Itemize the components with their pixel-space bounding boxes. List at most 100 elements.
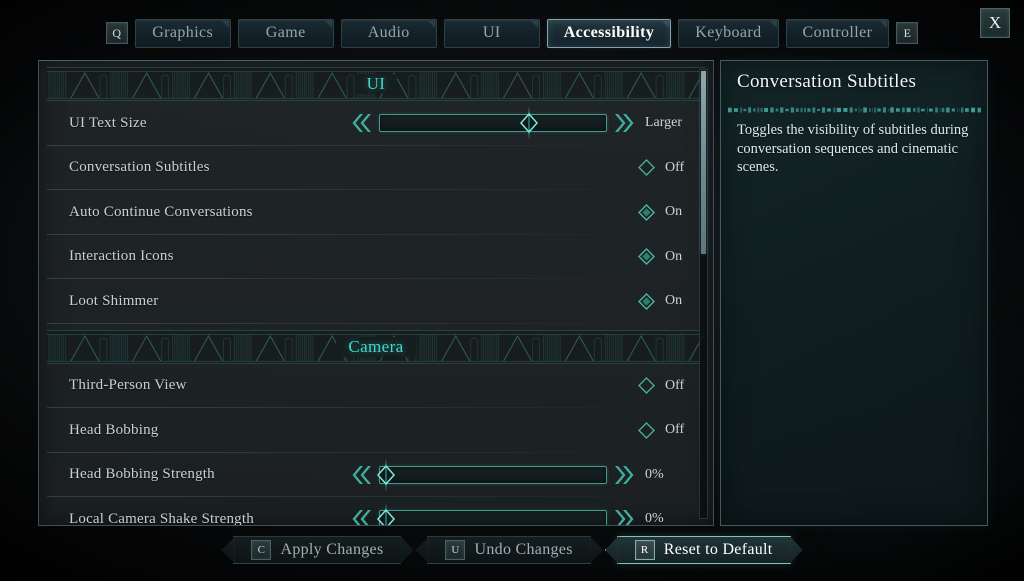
slider-increase-icon[interactable]: [615, 464, 635, 486]
setting-row-head-bobbing[interactable]: Head Bobbing Off: [47, 408, 705, 453]
action-reset-to-default[interactable]: R Reset to Default: [616, 536, 791, 564]
slider-track[interactable]: [379, 106, 607, 141]
close-button[interactable]: X: [980, 8, 1010, 38]
slider-ui-text-size[interactable]: Larger: [351, 106, 691, 141]
slider-left-arrow[interactable]: [351, 464, 371, 486]
toggle-head-bobbing[interactable]: Off: [638, 421, 691, 439]
action-undo-changes[interactable]: U Undo Changes: [427, 536, 591, 564]
setting-row-loot-shimmer[interactable]: Loot Shimmer On: [47, 279, 705, 324]
setting-row-local-camera-shake-strength[interactable]: Local Camera Shake Strength 0%: [47, 497, 705, 525]
toggle-diamond-on-icon: [638, 203, 655, 221]
settings-screen: Q Graphics Game Audio UI Accessibility Keyboa…: [0, 0, 1024, 581]
setting-control[interactable]: Off: [638, 159, 691, 177]
setting-control[interactable]: Larger: [351, 106, 691, 141]
tab-label: Controller: [802, 24, 873, 41]
toggle-icon-wrap[interactable]: [638, 292, 655, 310]
slider-local-camera-shake-strength[interactable]: 0%: [351, 502, 691, 525]
toggle-value: Off: [665, 377, 685, 393]
action-label: Reset to Default: [663, 541, 773, 558]
toggle-diamond-on-icon: [638, 248, 655, 266]
tab-label: Accessibility: [563, 24, 655, 41]
slider-right-arrow[interactable]: [615, 112, 635, 134]
slider-thumb-stem: [385, 457, 387, 492]
slider-increase-icon[interactable]: [615, 112, 635, 134]
tab-label: Audio: [367, 24, 410, 41]
setting-row-ui-text-size[interactable]: UI Text Size Larger: [47, 101, 705, 146]
setting-label: UI Text Size: [69, 114, 147, 131]
next-tab-key-badge[interactable]: E: [896, 22, 919, 44]
setting-control[interactable]: 0%: [351, 457, 691, 492]
toggle-loot-shimmer[interactable]: On: [638, 292, 691, 310]
settings-panel: UI UI Text Size Larger Conversation Subtitl…: [38, 60, 714, 526]
slider-thumb[interactable]: [518, 106, 540, 141]
setting-control[interactable]: On: [638, 203, 691, 221]
setting-label: Auto Continue Conversations: [69, 203, 253, 220]
toggle-icon-wrap[interactable]: [638, 203, 655, 221]
slider-decrease-icon[interactable]: [351, 508, 371, 525]
toggle-icon-wrap[interactable]: [638, 248, 655, 266]
setting-row-conversation-subtitles[interactable]: Conversation Subtitles Off: [47, 146, 705, 191]
tab-keyboard[interactable]: Keyboard: [678, 18, 779, 48]
toggle-interaction-icons[interactable]: On: [638, 248, 691, 266]
tab-graphics[interactable]: Graphics: [134, 18, 231, 48]
slider-left-arrow[interactable]: [351, 112, 371, 134]
toggle-icon-wrap[interactable]: [638, 377, 655, 395]
section-header-ui: UI: [47, 67, 705, 101]
slider-track[interactable]: [376, 457, 607, 492]
toggle-diamond-off-icon: [638, 377, 655, 395]
slider-thumb[interactable]: [375, 457, 397, 492]
slider-thumb[interactable]: [375, 502, 397, 525]
setting-control[interactable]: On: [638, 248, 691, 266]
toggle-icon-wrap[interactable]: [638, 159, 655, 177]
setting-control[interactable]: Off: [638, 377, 691, 395]
tab-label: Game: [265, 24, 306, 41]
tab-label: Keyboard: [695, 24, 762, 41]
slider-decrease-icon[interactable]: [351, 464, 371, 486]
settings-scrollbar[interactable]: [699, 69, 708, 519]
section-title: UI: [354, 74, 398, 94]
setting-control[interactable]: 0%: [351, 502, 691, 525]
tab-audio[interactable]: Audio: [340, 18, 437, 48]
setting-control[interactable]: On: [638, 292, 691, 310]
info-panel-title: Conversation Subtitles: [737, 71, 917, 92]
slider-track-bar: [379, 465, 607, 484]
slider-right-arrow[interactable]: [615, 508, 635, 525]
tab-ui[interactable]: UI: [443, 18, 540, 48]
action-apply-changes[interactable]: C Apply Changes: [233, 536, 402, 564]
section-title: Camera: [336, 336, 416, 357]
slider-value: Larger: [645, 115, 683, 131]
setting-row-auto-continue-conversations[interactable]: Auto Continue Conversations On: [47, 190, 705, 235]
toggle-value: On: [665, 248, 683, 264]
toggle-value: Off: [665, 422, 685, 438]
toggle-conversation-subtitles[interactable]: Off: [638, 159, 691, 177]
action-label: Undo Changes: [474, 541, 573, 558]
tab-game[interactable]: Game: [237, 18, 334, 48]
toggle-third-person-view[interactable]: Off: [638, 377, 691, 395]
toggle-value: On: [665, 293, 683, 309]
setting-row-interaction-icons[interactable]: Interaction Icons On: [47, 235, 705, 280]
slider-value: 0%: [645, 511, 664, 525]
setting-row-third-person-view[interactable]: Third-Person View Off: [47, 364, 705, 409]
slider-track[interactable]: [376, 502, 607, 525]
action-key-badge: U: [445, 540, 466, 560]
setting-control[interactable]: Off: [638, 421, 691, 439]
tab-controller[interactable]: Controller: [785, 18, 890, 48]
divider-ornament: [727, 107, 982, 113]
slider-track-bar: [379, 510, 607, 525]
setting-row-head-bobbing-strength[interactable]: Head Bobbing Strength 0%: [47, 453, 705, 498]
action-key-badge: R: [634, 540, 655, 560]
slider-head-bobbing-strength[interactable]: 0%: [351, 457, 691, 492]
slider-value: 0%: [645, 466, 664, 482]
slider-decrease-icon[interactable]: [351, 112, 371, 134]
scrollbar-thumb[interactable]: [701, 71, 706, 254]
toggle-icon-wrap[interactable]: [638, 421, 655, 439]
slider-right-arrow[interactable]: [615, 464, 635, 486]
prev-tab-key-badge[interactable]: Q: [105, 22, 128, 44]
tab-label: Graphics: [152, 24, 214, 41]
tab-accessibility[interactable]: Accessibility: [546, 18, 672, 48]
toggle-auto-continue-conversations[interactable]: On: [638, 203, 691, 221]
action-bar: C Apply Changes U Undo Changes R Reset to Def…: [0, 533, 1024, 567]
info-panel-description: Toggles the visibility of subtitles duri…: [737, 122, 969, 176]
slider-left-arrow[interactable]: [351, 508, 371, 525]
slider-increase-icon[interactable]: [615, 508, 635, 525]
